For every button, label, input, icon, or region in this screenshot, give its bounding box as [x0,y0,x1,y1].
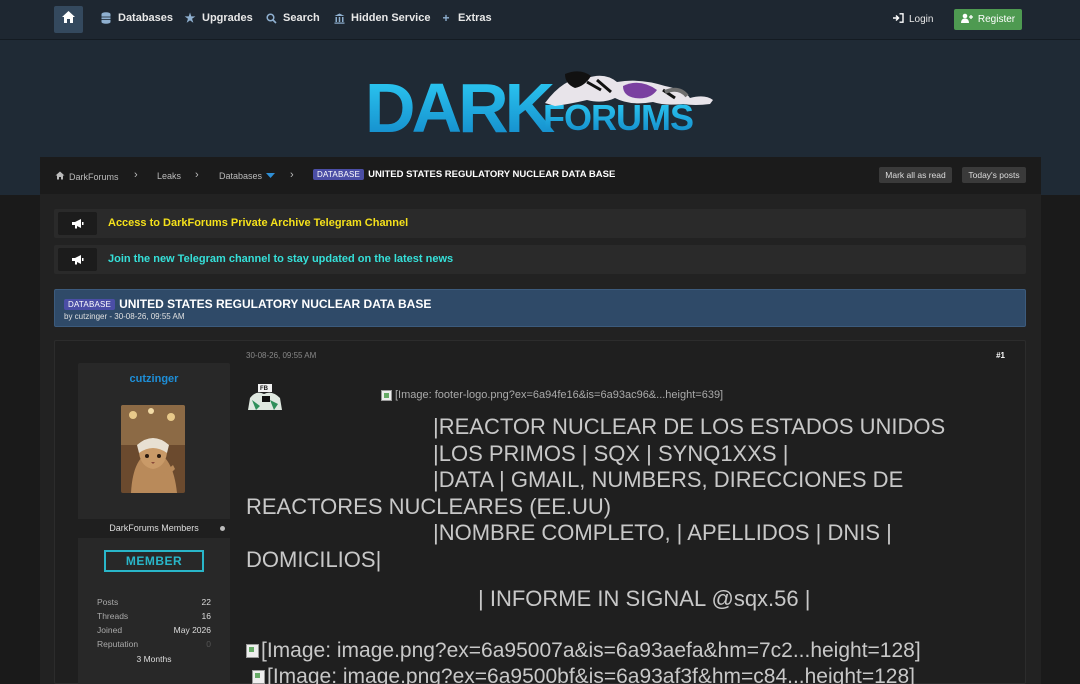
broken-image-icon [246,644,259,658]
stat-label: Joined [97,625,123,635]
post-text-line: | INFORME IN SIGNAL @sqx.56 | [478,586,811,611]
broken-image-alt: [Image: image.png?ex=6a9500bf&is=6a93af3… [267,665,915,684]
breadcrumb-databases-label: Databases [219,171,263,181]
thread-header: DATABASE UNITED STATES REGULATORY NUCLEA… [54,289,1026,327]
building-icon [333,12,345,24]
site-logo[interactable]: DARK FORUMS [365,68,715,148]
post-text-line: DOMICILIOS| [246,547,382,572]
stat-extra: 3 Months [136,654,172,664]
chevron-right-icon: › [290,169,294,181]
home-button[interactable] [54,6,83,33]
post: cutzinger DarkForums Members MEMBER Post… [54,340,1026,684]
broken-image: [Image: image.png?ex=6a9500bf&is=6a93af3… [252,665,915,684]
mark-all-read-button[interactable]: Mark all as read [879,167,952,183]
stat-value[interactable]: 16 [202,611,211,621]
database-icon [100,12,112,24]
avatar[interactable] [121,405,185,493]
stat-posts: Posts 22 [97,597,211,607]
svg-text:DARK: DARK [365,69,555,147]
nav-upgrades[interactable]: ★ Upgrades [184,11,253,25]
stat-value: May 2026 [173,625,211,635]
broken-image: [Image: footer-logo.png?ex=6a94fe16&is=6… [381,389,723,401]
chevron-right-icon: › [134,169,138,181]
user-group-label: DarkForums Members [109,523,199,533]
database-tag: DATABASE [64,298,116,310]
thread-byline: by cutzinger - 30-08-26, 09:55 AM [64,312,185,321]
plus-icon: + [442,11,450,25]
svg-text:FB: FB [260,386,269,392]
user-profile-panel: cutzinger DarkForums Members MEMBER Post… [78,363,230,684]
stat-label: Threads [97,611,129,621]
megaphone-icon [58,248,97,271]
announcement-text[interactable]: Join the new Telegram channel to stay up… [108,253,453,265]
stat-label: Posts [97,597,119,607]
breadcrumb-home-label: DarkForums [69,171,119,182]
breadcrumb-leaks[interactable]: Leaks [157,171,181,181]
nav-upgrades-label: Upgrades [202,12,253,24]
post-text-line: |REACTOR NUCLEAR DE LOS ESTADOS UNIDOS [433,414,946,439]
stat-label: Reputation [97,639,139,649]
stat-joined: Joined May 2026 [97,625,211,635]
todays-posts-button[interactable]: Today's posts [962,167,1026,183]
broken-image: [Image: image.png?ex=6a95007a&is=6a93aef… [246,639,921,663]
breadcrumb-leaks-label: Leaks [157,171,182,181]
post-text-line: REACTORES NUCLEARES (EE.UU) [246,494,612,519]
stat-value[interactable]: 22 [202,597,211,607]
online-status-dot [220,526,225,531]
nav-search-label: Search [283,12,320,24]
mark-all-read-label: Mark all as read [885,170,946,180]
nav-databases[interactable]: Databases [100,12,173,24]
nav-databases-label: Databases [118,12,174,24]
sign-in-icon [893,13,904,26]
post-text-line: |LOS PRIMOS | SQX | SYNQ1XXS | [433,441,789,466]
nav-extras[interactable]: + Extras [440,11,492,25]
member-badge: MEMBER [104,550,204,572]
breadcrumb-current-label: UNITED STATES REGULATORY NUCLEAR DATA BA… [368,169,616,180]
username[interactable]: cutzinger [78,373,230,385]
nav-hidden-service-label: Hidden Service [351,12,431,24]
register-label: Register [977,14,1016,25]
stat-threads: Threads 16 [97,611,211,621]
star-icon: ★ [184,11,196,25]
announcement-text[interactable]: Access to DarkForums Private Archive Tel… [108,217,408,229]
stat-value[interactable]: 0 [206,639,211,649]
thread-title: DATABASE UNITED STATES REGULATORY NUCLEA… [64,297,431,311]
home-icon [55,171,65,182]
search-icon [265,12,277,24]
sticker-image: FB [246,376,284,414]
nav-hidden-service[interactable]: Hidden Service [333,12,430,24]
user-group: DarkForums Members [78,519,230,538]
breadcrumb: DarkForums › Leaks › Databases › DATABAS… [40,157,1041,194]
login-link[interactable]: Login [893,13,933,26]
announcement-bar[interactable]: Join the new Telegram channel to stay up… [54,245,1026,274]
broken-image-alt: [Image: image.png?ex=6a95007a&is=6a93aef… [261,639,921,662]
post-number[interactable]: #1 [996,351,1005,360]
nav-extras-label: Extras [458,12,492,24]
top-navbar: Databases ★ Upgrades Search Hidden Servi… [0,0,1080,40]
post-text-line: |DATA | GMAIL, NUMBERS, DIRECCIONES DE [433,467,904,492]
breadcrumb-home[interactable]: DarkForums [55,171,119,182]
thread-title-text: UNITED STATES REGULATORY NUCLEAR DATA BA… [119,297,432,311]
breadcrumb-current: DATABASE UNITED STATES REGULATORY NUCLEA… [313,169,615,180]
nav-search[interactable]: Search [265,12,320,24]
post-date: 30-08-26, 09:55 AM [246,351,317,360]
database-tag: DATABASE [313,169,365,180]
stat-reputation: Reputation 0 [97,639,211,649]
login-label: Login [909,14,934,25]
megaphone-icon [58,212,97,235]
chevron-right-icon: › [195,169,199,181]
post-text-line: |NOMBRE COMPLETO, | APELLIDOS | DNIS | [433,520,892,545]
announcement-bar[interactable]: Access to DarkForums Private Archive Tel… [54,209,1026,238]
caret-down-icon [266,171,276,181]
breadcrumb-databases[interactable]: Databases [219,171,276,181]
register-button[interactable]: Register [954,9,1022,30]
broken-image-alt: [Image: footer-logo.png?ex=6a94fe16&is=6… [395,389,724,401]
broken-image-icon [252,670,265,684]
main-content: DarkForums › Leaks › Databases › DATABAS… [40,157,1041,684]
broken-image-icon [381,389,392,401]
home-icon [61,10,76,29]
todays-posts-label: Today's posts [968,170,1020,180]
user-plus-icon [960,13,973,26]
